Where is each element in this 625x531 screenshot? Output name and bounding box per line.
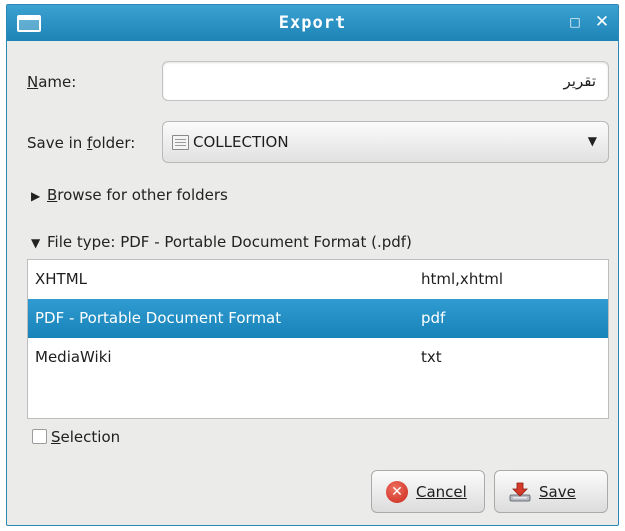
browse-label-text: rowse for other folders [57,186,228,204]
file-type-list[interactable]: XHTML html,xhtml PDF - Portable Document… [27,259,609,419]
name-input[interactable]: تقرير [162,61,609,101]
file-type-name: MediaWiki [35,348,112,366]
selection-checkbox-row[interactable]: Selection [32,428,120,446]
chevron-down-icon: ▼ [587,134,597,148]
save-in-label-prefix: Save in [27,134,88,152]
save-in-label-rest: older: [92,134,136,152]
expander-collapsed-icon: ▶ [31,189,41,203]
name-label: Name: [27,73,76,91]
file-type-expander[interactable]: ▼ File type: PDF - Portable Document Form… [31,233,412,251]
export-dialog: Export □ ✕ Name: تقرير Save in folder: C… [6,4,619,526]
file-type-extension: html,xhtml [421,270,503,288]
name-label-text: ame: [38,73,77,91]
close-button[interactable]: ✕ [591,11,613,33]
file-type-name: PDF - Portable Document Format [35,309,282,327]
window-title: Export [278,13,347,33]
file-type-label: File type: PDF - Portable Document Forma… [47,233,412,251]
file-type-row-pdf[interactable]: PDF - Portable Document Format pdf [28,299,608,338]
browse-label-mnemonic: B [47,186,58,204]
save-button[interactable]: Save [494,470,608,513]
selection-label-mnemonic: S [51,428,61,446]
cancel-icon: ✕ [386,481,408,503]
file-type-name: XHTML [35,270,88,288]
folder-name: COLLECTION [193,133,289,151]
expander-expanded-icon: ▼ [31,236,41,250]
title-bar[interactable]: Export □ ✕ [7,5,618,41]
save-icon [509,482,531,502]
save-in-folder-combo[interactable]: COLLECTION ▼ [162,121,609,163]
maximize-button[interactable]: □ [564,11,586,33]
file-type-row-xhtml[interactable]: XHTML html,xhtml [28,260,608,299]
file-type-extension: pdf [421,309,446,327]
selection-checkbox[interactable] [32,429,47,444]
selection-label-text: election [60,428,121,446]
save-button-label: Save [539,483,576,501]
file-type-row-mediawiki[interactable]: MediaWiki txt [28,338,608,377]
file-type-extension: txt [421,348,442,366]
cancel-button-label: Cancel [416,483,467,501]
folder-icon [172,135,189,150]
save-in-folder-label: Save in folder: [27,134,135,152]
name-label-mnemonic: N [27,73,39,91]
browse-folders-expander[interactable]: ▶ Browse for other folders [31,186,228,204]
cancel-button[interactable]: ✕ Cancel [371,470,485,513]
